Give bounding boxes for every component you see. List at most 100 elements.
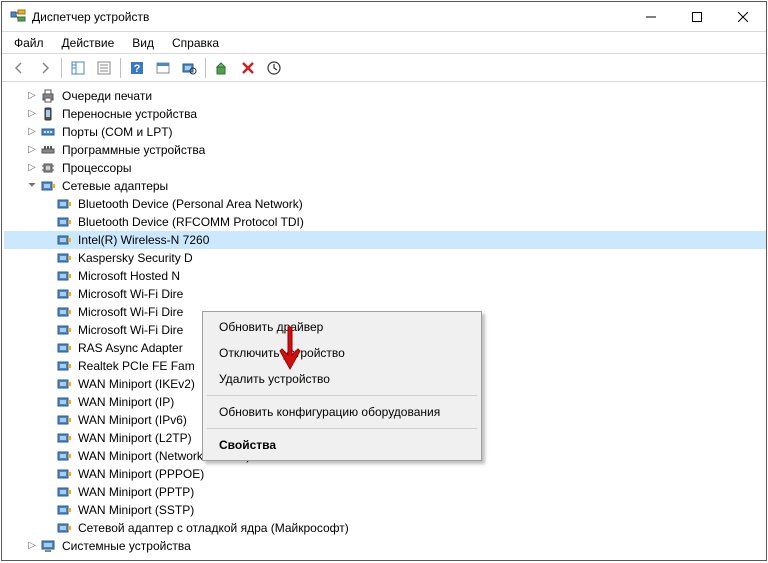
network-adapter-icon [56,466,72,482]
tree-item-label: Microsoft Wi-Fi Dire [76,285,185,303]
tree-category-software[interactable]: ▷ Программные устройства [4,141,766,159]
network-adapter-icon [56,250,72,266]
network-adapter-icon [56,322,72,338]
tree-category-ports[interactable]: ▷ Порты (COM и LPT) [4,123,766,141]
network-adapter-icon [56,484,72,500]
tree-item-label: Bluetooth Device (Personal Area Network) [76,195,305,213]
ctx-uninstall-device[interactable]: Удалить устройство [205,366,479,392]
content-area: ▷ Очереди печати ▷ Переносные устройства… [2,82,766,560]
help-button[interactable]: ? [125,56,149,80]
tree-item-bt-rfcomm[interactable]: Bluetooth Device (RFCOMM Protocol TDI) [4,213,766,231]
tree-item-ms-wifi1[interactable]: Microsoft Wi-Fi Dire [4,285,766,303]
mobile-icon [40,106,56,122]
cpu-icon [40,160,56,176]
tree-category-portable[interactable]: ▷ Переносные устройства [4,105,766,123]
system-icon [40,538,56,554]
tree-item-wan-pptp[interactable]: WAN Miniport (PPTP) [4,483,766,501]
network-adapter-icon [56,502,72,518]
chevron-right-icon[interactable]: ▷ [24,141,40,159]
toolbar: ? [2,54,766,82]
close-button[interactable] [720,2,766,31]
tree-item-ms-hosted[interactable]: Microsoft Hosted N [4,267,766,285]
chevron-right-icon[interactable]: ▷ [24,87,40,105]
network-adapter-icon [56,430,72,446]
network-adapter-icon [56,358,72,374]
tree-item-label: Realtek PCIe FE Fam [76,357,197,375]
device-manager-window: Диспетчер устройств Файл Действие Вид Сп… [1,1,767,561]
network-adapter-icon [56,340,72,356]
tree-item-bt-pan[interactable]: Bluetooth Device (Personal Area Network) [4,195,766,213]
tree-category-network[interactable]: ⏷ Сетевые адаптеры [4,177,766,195]
tree-item-label: WAN Miniport (PPTP) [76,483,196,501]
tree-item-label: Сетевой адаптер с отладкой ядра (Майкрос… [76,519,351,537]
ctx-update-driver[interactable]: Обновить драйвер [205,314,479,340]
tree-item-kernel-dbg[interactable]: Сетевой адаптер с отладкой ядра (Майкрос… [4,519,766,537]
tree-item-label: WAN Miniport (IKEv2) [76,375,197,393]
tree-item-label: Bluetooth Device (RFCOMM Protocol TDI) [76,213,306,231]
enable-button[interactable] [210,56,234,80]
back-button[interactable] [7,56,31,80]
context-menu: Обновить драйвер Отключить устройство Уд… [202,311,482,461]
tree-item-label: Microsoft Hosted N [76,267,182,285]
scan-hardware-button[interactable] [177,56,201,80]
network-adapter-icon [56,412,72,428]
properties-button[interactable] [92,56,116,80]
ctx-separator [207,428,477,429]
tree-item-kaspersky[interactable]: Kaspersky Security D [4,249,766,267]
network-adapter-icon [56,286,72,302]
show-hide-tree-button[interactable] [66,56,90,80]
svg-text:?: ? [134,63,141,75]
port-icon [40,124,56,140]
tree-category-processors[interactable]: ▷ Процессоры [4,159,766,177]
chevron-down-icon[interactable]: ⏷ [24,177,40,195]
ctx-scan-hardware[interactable]: Обновить конфигурацию оборудования [205,399,479,425]
tree-item-intel[interactable]: Intel(R) Wireless-N 7260 [4,231,766,249]
tree-item-label: WAN Miniport (IPv6) [76,411,189,429]
window-title: Диспетчер устройств [32,10,628,24]
tree-item-label: Microsoft Wi-Fi Dire [76,303,185,321]
network-adapter-icon [56,214,72,230]
app-icon [10,9,26,25]
titlebar: Диспетчер устройств [2,2,766,32]
tree-item-label: WAN Miniport (L2TP) [76,429,194,447]
tree-item-label: RAS Async Adapter [76,339,185,357]
ctx-disable-device[interactable]: Отключить устройство [205,340,479,366]
software-icon [40,142,56,158]
network-adapter-icon [56,304,72,320]
network-adapter-icon [56,268,72,284]
menu-view[interactable]: Вид [124,34,162,52]
tree-category-print-queues[interactable]: ▷ Очереди печати [4,87,766,105]
tree-item-label: Intel(R) Wireless-N 7260 [76,231,211,249]
tree-item-label: Microsoft Wi-Fi Dire [76,321,185,339]
menu-action[interactable]: Действие [54,34,123,52]
toolbar-separator [120,58,121,78]
network-adapter-icon [40,178,56,194]
tree-item-label: WAN Miniport (PPPOE) [76,465,206,483]
ctx-separator [207,395,477,396]
menu-file[interactable]: Файл [6,34,52,52]
tree-item-wan-sstp[interactable]: WAN Miniport (SSTP) [4,501,766,519]
ctx-properties[interactable]: Свойства [205,432,479,458]
network-adapter-icon [56,376,72,392]
chevron-right-icon[interactable]: ▷ [24,159,40,177]
network-adapter-icon [56,232,72,248]
maximize-button[interactable] [674,2,720,31]
chevron-right-icon[interactable]: ▷ [24,537,40,555]
toolbar-separator [61,58,62,78]
tree-item-wan-pppoe[interactable]: WAN Miniport (PPPOE) [4,465,766,483]
tree-item-label: Kaspersky Security D [76,249,195,267]
chevron-right-icon[interactable]: ▷ [24,105,40,123]
menubar: Файл Действие Вид Справка [2,32,766,54]
minimize-button[interactable] [628,2,674,31]
tree-item-label: WAN Miniport (SSTP) [76,501,196,519]
network-adapter-icon [56,520,72,536]
chevron-right-icon[interactable]: ▷ [24,123,40,141]
tree-category-system[interactable]: ▷ Системные устройства [4,537,766,555]
toolbar-separator [205,58,206,78]
forward-button[interactable] [33,56,57,80]
uninstall-button[interactable] [236,56,260,80]
menu-help[interactable]: Справка [164,34,227,52]
action-button[interactable] [151,56,175,80]
window-controls [628,2,766,31]
update-button[interactable] [262,56,286,80]
